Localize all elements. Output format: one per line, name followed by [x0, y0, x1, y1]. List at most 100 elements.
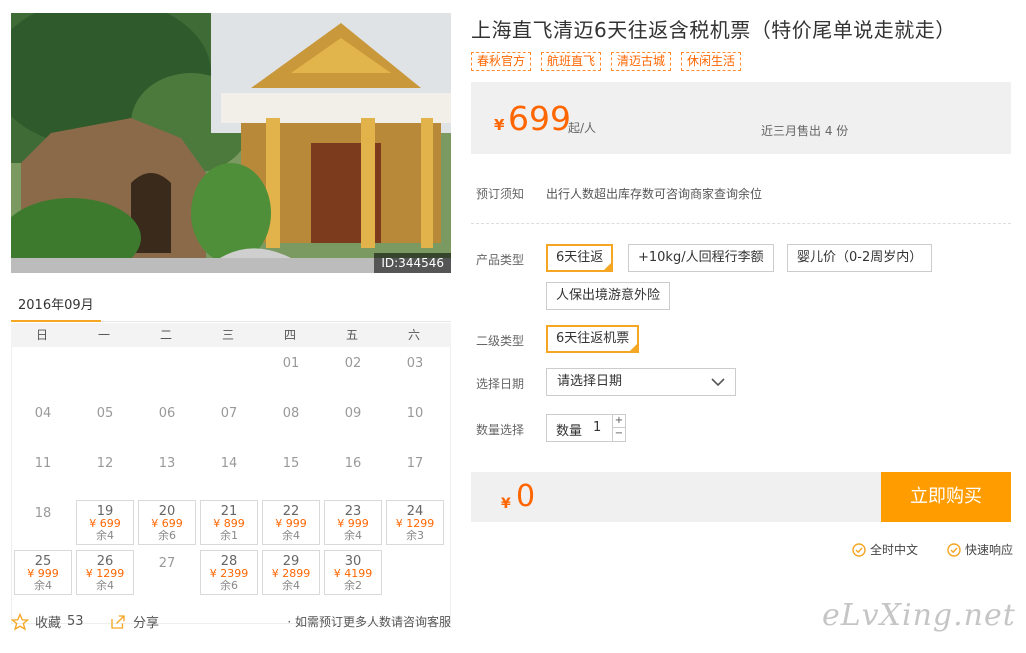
weekday-label: 三 — [221, 328, 234, 342]
day-number: 11 — [34, 456, 52, 471]
calendar-day: 13 — [136, 447, 198, 497]
day-number: 10 — [406, 406, 424, 421]
favorite-count: 53 — [67, 614, 84, 629]
guarantee-fast-response: 快速响应 — [947, 541, 1013, 558]
date-label: 选择日期 — [476, 377, 525, 391]
calendar-day: 07 — [198, 397, 260, 447]
day-number: 30 — [344, 554, 362, 569]
type-option-infant[interactable]: 婴儿价（0-2周岁内） — [787, 244, 933, 272]
share-label: 分享 — [133, 616, 160, 631]
day-number: 28 — [220, 554, 238, 569]
day-number: 14 — [220, 456, 238, 471]
day-stock: 余4 — [96, 529, 114, 542]
calendar-day-available[interactable]: 19 ¥ 699 余4 — [76, 500, 134, 545]
quantity-field-label: 数量 — [556, 424, 583, 439]
share-button[interactable]: 分享 — [109, 612, 159, 631]
day-number: 09 — [344, 406, 362, 421]
weekday-label: 日 — [35, 328, 48, 342]
calendar-day: 02 — [322, 347, 384, 397]
calendar-day-available[interactable]: 25 ¥ 999 余4 — [14, 550, 72, 595]
chevron-down-icon — [711, 378, 725, 387]
type-option-luggage[interactable]: +10kg/人回程行李额 — [628, 244, 774, 272]
day-number: 20 — [158, 504, 176, 519]
day-number: 21 — [220, 504, 238, 519]
date-select-value: 请选择日期 — [557, 374, 623, 389]
day-number: 06 — [158, 406, 176, 421]
calendar-day: 05 — [74, 397, 136, 447]
day-number: 03 — [406, 356, 424, 371]
price-currency: ¥ — [494, 116, 505, 134]
product-tag: 休闲生活 — [681, 52, 742, 71]
quantity-increment-button[interactable]: + — [612, 415, 625, 428]
calendar-day: 01 — [260, 347, 322, 397]
calendar-divider — [101, 321, 451, 322]
day-stock: 余2 — [344, 579, 362, 592]
guarantee-label: 快速响应 — [965, 543, 1014, 557]
day-number: 22 — [282, 504, 300, 519]
quantity-value[interactable]: 1 — [593, 420, 601, 435]
check-badge-icon — [947, 542, 961, 557]
calendar-day-available[interactable]: 21 ¥ 899 余1 — [200, 500, 258, 545]
day-number: 08 — [282, 406, 300, 421]
calendar-day-available[interactable]: 23 ¥ 999 余4 — [324, 500, 382, 545]
calendar-day: 16 — [322, 447, 384, 497]
product-photo: ID:344546 — [11, 13, 451, 273]
weekday-label: 四 — [283, 328, 296, 342]
date-select[interactable]: 请选择日期 — [546, 368, 736, 396]
calendar-day: 09 — [322, 397, 384, 447]
day-stock: 余3 — [406, 529, 424, 542]
total-currency: ¥ — [501, 496, 511, 512]
day-number: 16 — [344, 456, 362, 471]
calendar-day-available[interactable]: 29 ¥ 2899 余4 — [262, 550, 320, 595]
price-calendar: 日 一 二 三 四 五 六 01 02 03 04 05 06 07 08 09 10 11 12 13 14 15 16… — [11, 323, 451, 624]
favorite-button[interactable]: 收藏 53 — [11, 612, 84, 631]
type-option-insurance[interactable]: 人保出境游意外险 — [546, 282, 671, 310]
calendar-day: 04 — [12, 397, 74, 447]
calendar-empty-cell — [136, 347, 198, 397]
day-number: 25 — [34, 554, 52, 569]
temple-photo — [11, 13, 451, 273]
day-stock: 余4 — [282, 529, 300, 542]
day-number: 13 — [158, 456, 176, 471]
sales-count: 近三月售出 4 份 — [761, 124, 849, 138]
day-number: 05 — [96, 406, 114, 421]
notice-text: 出行人数超出库存数可咨询商家查询余位 — [546, 187, 763, 201]
calendar-empty-cell — [74, 347, 136, 397]
guarantee-label: 全时中文 — [870, 543, 919, 557]
product-tag: 航班直飞 — [541, 52, 602, 71]
quantity-decrement-button[interactable]: − — [612, 428, 625, 441]
day-number: 23 — [344, 504, 362, 519]
calendar-month-tab[interactable]: 2016年09月 — [11, 284, 101, 322]
calendar-day-available[interactable]: 26 ¥ 1299 余4 — [76, 550, 134, 595]
product-tag: 清迈古城 — [611, 52, 672, 71]
calendar-day: 17 — [384, 447, 446, 497]
calendar-grid: 01 02 03 04 05 06 07 08 09 10 11 12 13 14 15 16 17 18 19 ¥ … — [11, 347, 451, 624]
calendar-empty-cell — [198, 347, 260, 397]
day-number: 12 — [96, 456, 114, 471]
calendar-day: 06 — [136, 397, 198, 447]
day-stock: 余4 — [344, 529, 362, 542]
weekday-label: 六 — [407, 328, 420, 342]
subtype-option-ticket[interactable]: 6天往返机票 — [546, 325, 640, 353]
action-bar: 收藏 53 分享 · 如需预订更多人数请咨询客服 — [11, 610, 451, 632]
day-number: 17 — [406, 456, 424, 471]
day-number: 15 — [282, 456, 300, 471]
site-watermark: eLvXing.net — [822, 598, 1016, 633]
calendar-day-available[interactable]: 30 ¥ 4199 余2 — [324, 550, 382, 595]
day-number: 26 — [96, 554, 114, 569]
calendar-day: 12 — [74, 447, 136, 497]
contact-note: · 如需预订更多人数请咨询客服 — [287, 615, 451, 629]
calendar-day-available[interactable]: 28 ¥ 2399 余6 — [200, 550, 258, 595]
calendar-day-available[interactable]: 22 ¥ 999 余4 — [262, 500, 320, 545]
check-badge-icon — [852, 542, 866, 557]
day-number: 24 — [406, 504, 424, 519]
buy-now-button[interactable]: 立即购买 — [881, 472, 1011, 522]
type-option-6day[interactable]: 6天往返 — [546, 244, 614, 272]
day-number: 19 — [96, 504, 114, 519]
total-amount: 0 — [516, 479, 536, 514]
calendar-day-available[interactable]: 24 ¥ 1299 余3 — [386, 500, 444, 545]
product-title: 上海直飞清迈6天往返含税机票（特价尾单说走就走） — [471, 18, 956, 42]
calendar-day-available[interactable]: 20 ¥ 699 余6 — [138, 500, 196, 545]
calendar-weekday-header: 日一二三四五六 — [11, 323, 451, 347]
day-stock: 余4 — [34, 579, 52, 592]
